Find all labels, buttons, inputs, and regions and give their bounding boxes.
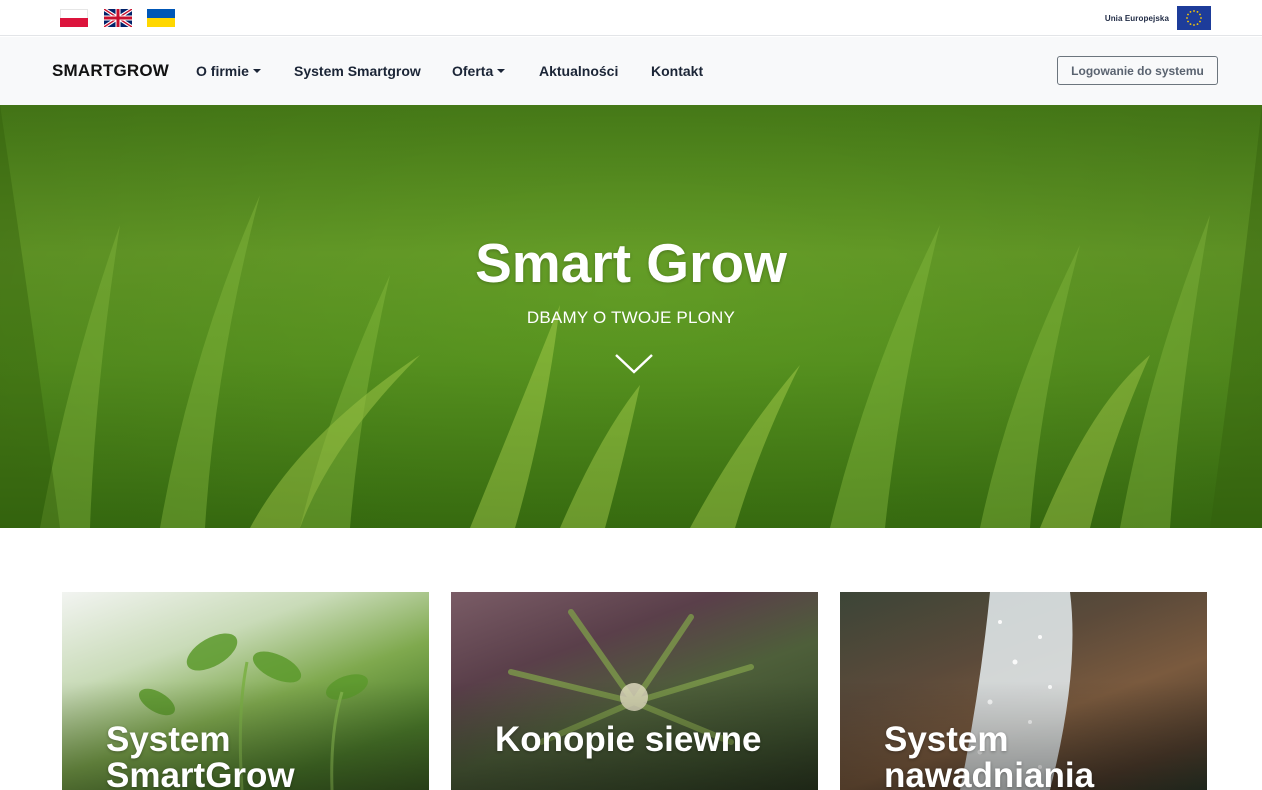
- eu-flag-icon: [1177, 6, 1211, 30]
- card-konopie-siewne[interactable]: Konopie siewne: [451, 592, 818, 790]
- card-title-line: SmartGrow: [106, 756, 295, 790]
- main-navbar: SMARTGROW O firmie System Smartgrow Ofer…: [0, 37, 1262, 105]
- eu-logo: Unia Europejska: [1105, 6, 1211, 30]
- card-title-line: System: [106, 720, 231, 759]
- nav-item-oferta[interactable]: Oferta: [452, 63, 506, 79]
- caret-down-icon: [497, 69, 506, 73]
- card-system-smartgrow[interactable]: System SmartGrow: [62, 592, 429, 790]
- nav-item-label: Aktualności: [539, 63, 619, 79]
- nav-item-system-smartgrow[interactable]: System Smartgrow: [294, 63, 421, 79]
- nav-item-label: Oferta: [452, 63, 494, 79]
- hero-subtitle: DBAMY O TWOJE PLONY: [526, 308, 736, 327]
- card-title: System SmartGrow: [106, 722, 406, 790]
- nav-item-label: System Smartgrow: [294, 63, 421, 79]
- chevron-down-icon[interactable]: [614, 353, 654, 375]
- eu-label: Unia Europejska: [1104, 13, 1169, 23]
- card-title-line: System: [884, 720, 1009, 759]
- card-title-line: Konopie siewne: [495, 720, 762, 759]
- hero-banner: Smart Grow DBAMY O TWOJE PLONY: [0, 105, 1262, 528]
- ukraine-flag-icon[interactable]: [147, 9, 175, 27]
- hero-title: Smart Grow: [475, 232, 787, 294]
- nav-item-label: Kontakt: [651, 63, 704, 79]
- card-system-nawadniania[interactable]: System nawadniania: [840, 592, 1207, 790]
- card-title: System nawadniania: [884, 722, 1184, 790]
- card-title-line: nawadniania: [884, 756, 1095, 790]
- nav-item-o-firmie[interactable]: O firmie: [196, 63, 261, 79]
- uk-flag-icon[interactable]: [104, 9, 132, 27]
- brand-logo[interactable]: SMARTGROW: [52, 61, 169, 81]
- login-button[interactable]: Logowanie do systemu: [1057, 56, 1218, 85]
- nav-item-kontakt[interactable]: Kontakt: [651, 63, 703, 79]
- nav-item-aktualnosci[interactable]: Aktualności: [539, 63, 618, 79]
- language-bar: Unia Europejska: [0, 0, 1262, 36]
- card-shade: [451, 592, 818, 790]
- card-title: Konopie siewne: [495, 722, 795, 758]
- nav-item-label: O firmie: [196, 63, 249, 79]
- poland-flag-icon[interactable]: [60, 9, 88, 27]
- caret-down-icon: [252, 69, 261, 73]
